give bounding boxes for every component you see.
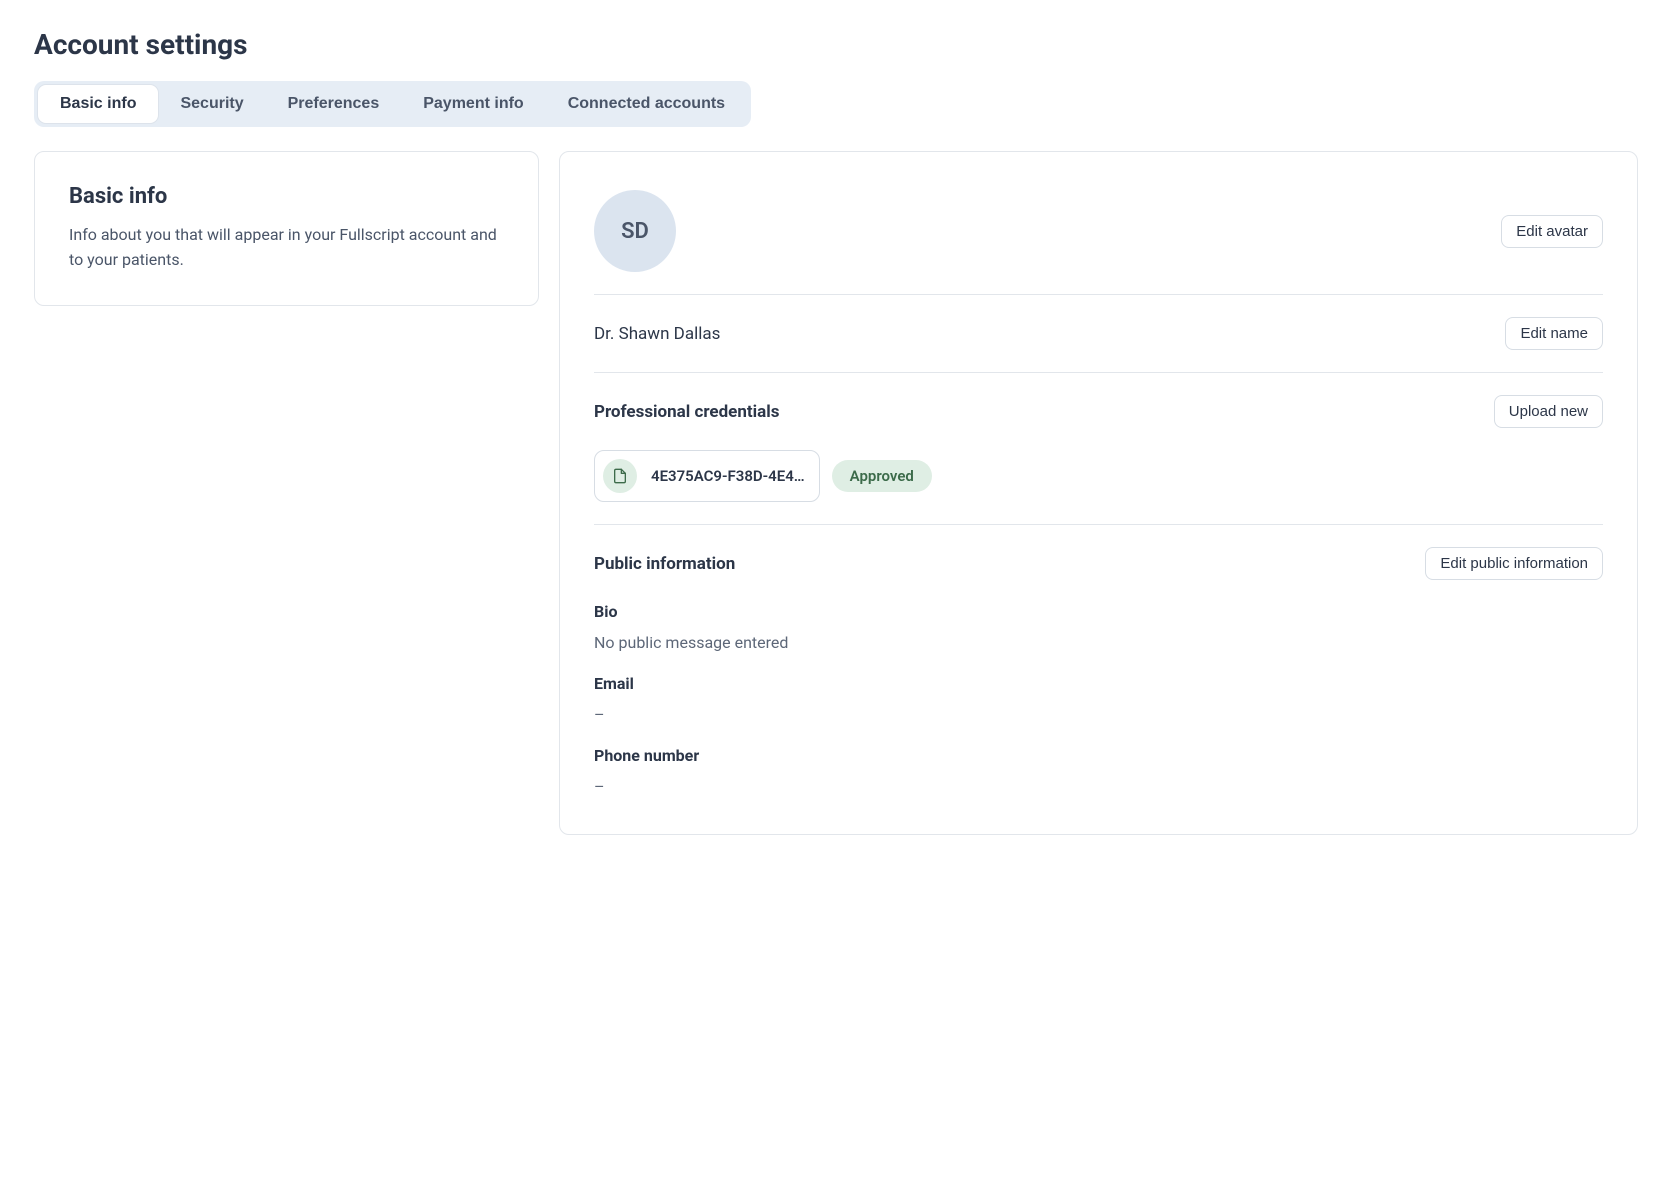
left-panel-description: Info about you that will appear in your … <box>69 223 504 273</box>
status-badge: Approved <box>832 460 932 492</box>
public-info-section: Public information Edit public informati… <box>594 525 1603 804</box>
user-name: Dr. Shawn Dallas <box>594 324 720 344</box>
email-field: Email – <box>594 674 1603 724</box>
right-panel: SD Edit avatar Dr. Shawn Dallas Edit nam… <box>559 151 1638 835</box>
phone-value: – <box>594 777 1603 796</box>
tab-payment-info[interactable]: Payment info <box>401 85 545 123</box>
edit-avatar-button[interactable]: Edit avatar <box>1501 215 1603 248</box>
edit-public-info-button[interactable]: Edit public information <box>1425 547 1603 580</box>
tabs: Basic info Security Preferences Payment … <box>34 81 751 127</box>
avatar: SD <box>594 190 676 272</box>
name-section: Dr. Shawn Dallas Edit name <box>594 295 1603 373</box>
avatar-initials: SD <box>621 219 649 244</box>
bio-field: Bio No public message entered <box>594 602 1603 652</box>
public-info-heading: Public information <box>594 554 735 574</box>
tab-preferences[interactable]: Preferences <box>266 85 402 123</box>
tab-security[interactable]: Security <box>158 85 265 123</box>
left-panel: Basic info Info about you that will appe… <box>34 151 539 306</box>
phone-label: Phone number <box>594 746 1603 765</box>
upload-credential-button[interactable]: Upload new <box>1494 395 1603 428</box>
phone-field: Phone number – <box>594 746 1603 796</box>
tab-connected-accounts[interactable]: Connected accounts <box>546 85 747 123</box>
email-value: – <box>594 705 1603 724</box>
tab-basic-info[interactable]: Basic info <box>38 85 158 123</box>
credential-file[interactable]: 4E375AC9-F38D-4E4… <box>594 450 820 502</box>
bio-label: Bio <box>594 602 1603 621</box>
credential-filename: 4E375AC9-F38D-4E4… <box>651 467 805 485</box>
credentials-heading: Professional credentials <box>594 402 779 422</box>
credentials-section: Professional credentials Upload new 4E37… <box>594 373 1603 525</box>
document-icon <box>603 459 637 493</box>
left-panel-heading: Basic info <box>69 184 504 209</box>
email-label: Email <box>594 674 1603 693</box>
avatar-section: SD Edit avatar <box>594 182 1603 295</box>
bio-value: No public message entered <box>594 633 1603 652</box>
page-title: Account settings <box>34 28 1638 61</box>
edit-name-button[interactable]: Edit name <box>1505 317 1603 350</box>
